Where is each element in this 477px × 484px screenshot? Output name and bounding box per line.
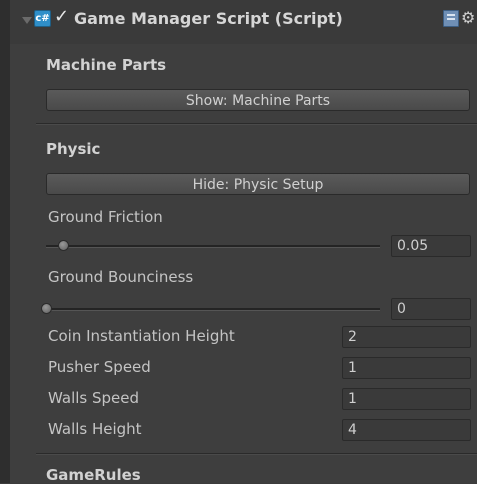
coin-instantiation-height-field[interactable]: 2 [342,326,471,348]
walls-height-label: Walls Height [48,420,142,438]
ground-friction-slider[interactable] [46,245,380,248]
section-divider-highlight [36,124,477,125]
section-title-machine-parts: Machine Parts [46,56,167,74]
show-machine-parts-button[interactable]: Show: Machine Parts [46,89,470,111]
pusher-speed-field[interactable]: 1 [342,357,471,379]
ground-friction-label: Ground Friction [48,208,163,226]
ground-friction-slider-thumb[interactable] [57,240,69,251]
ground-bounciness-slider-thumb[interactable] [41,303,52,314]
coin-instantiation-height-label: Coin Instantiation Height [48,327,235,345]
pusher-speed-label: Pusher Speed [48,358,151,376]
ground-friction-field[interactable]: 0.05 [391,235,471,257]
hide-physic-setup-button[interactable]: Hide: Physic Setup [46,173,470,195]
component-panel: c# ✓ Game Manager Script (Script) ⚙ Mach… [10,0,477,484]
section-title-physic: Physic [46,140,101,158]
section-title-game-rules: GameRules [46,466,141,484]
book-icon[interactable] [443,10,459,27]
script-icon: c# [34,10,51,27]
walls-speed-field[interactable]: 1 [342,388,471,410]
ground-bounciness-field[interactable]: 0 [391,298,471,320]
enabled-checkbox-icon[interactable]: ✓ [54,8,71,26]
component-title: Game Manager Script (Script) [74,9,343,28]
foldout-arrow-icon[interactable] [22,17,32,24]
walls-speed-label: Walls Speed [48,389,140,407]
ground-bounciness-label: Ground Bounciness [48,268,194,286]
section-divider-highlight [36,454,477,455]
walls-height-field[interactable]: 4 [342,419,471,441]
component-header[interactable]: c# ✓ Game Manager Script (Script) ⚙ [10,0,477,44]
ground-bounciness-slider[interactable] [46,308,380,311]
gear-icon[interactable]: ⚙ [461,8,475,27]
